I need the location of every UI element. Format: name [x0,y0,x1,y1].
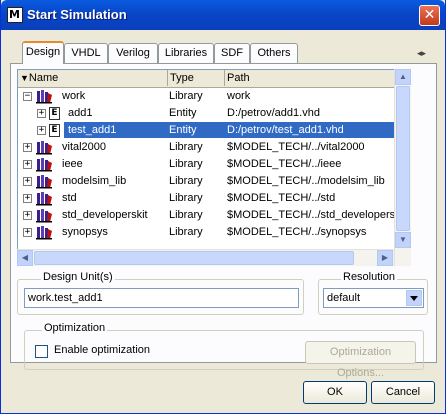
row-name: std [62,192,77,204]
vertical-scrollbar[interactable]: ▲ ▼ [394,69,411,266]
row-name: modelsim_lib [62,175,127,187]
library-icon [35,89,53,104]
row-type: Library [169,226,203,238]
library-icon [35,191,53,206]
enable-optimization-checkbox[interactable] [35,345,48,358]
resolution-value: default [327,292,361,304]
row-name: add1 [68,107,93,119]
tree-row[interactable]: + modelsim_lib Library $MODEL_TECH/../model… [18,173,410,190]
library-icon [35,140,53,155]
row-path: $MODEL_TECH/../std_developerskit [227,209,407,221]
enable-optimization-label[interactable]: Enable optimization [54,344,150,356]
expand-icon[interactable]: + [23,143,32,152]
design-unit-input[interactable]: work.test_add1 [24,288,299,308]
row-path: $MODEL_TECH/../std [227,192,336,204]
tab-others[interactable]: Others [250,43,298,63]
tree-row[interactable]: + Etest_add1 Entity D:/petrov/test_add1.vhd [18,122,410,139]
column-header-type[interactable]: Type [168,70,225,86]
row-name: vital2000 [62,141,107,153]
tab-verilog[interactable]: Verilog [108,43,158,63]
row-path: $MODEL_TECH/../synopsys [227,226,367,238]
expand-icon[interactable]: + [23,160,32,169]
tree-row[interactable]: + synopsys Library $MODEL_TECH/../synopsys [18,224,410,241]
column-header-name[interactable]: ▼Name [18,70,168,86]
scroll-down-icon[interactable]: ▼ [395,232,411,248]
expand-icon[interactable]: + [23,194,32,203]
row-type: Library [169,90,203,102]
ok-button[interactable]: OK [303,381,367,404]
tab-scroll: ◂▸ [417,48,437,61]
tree-row[interactable]: − work Library work [18,88,410,105]
row-name: ieee [62,158,83,170]
close-button[interactable]: ✕ [419,5,440,26]
library-icon [35,208,53,223]
title-bar[interactable]: M Start Simulation ✕ [1,0,445,30]
row-name: work [62,90,86,102]
row-type: Entity [169,107,197,119]
tree-row[interactable]: + Eadd1 Entity D:/petrov/add1.vhd [18,105,410,122]
cancel-button[interactable]: Cancel [371,381,435,404]
row-type: Library [169,141,203,153]
tab-scroll-right-icon[interactable]: ▸ [422,48,427,58]
chevron-down-icon[interactable] [406,290,422,306]
horizontal-scrollbar[interactable]: ◀ ▶ [17,249,394,266]
resolution-select[interactable]: default [323,288,424,308]
row-path: work [227,90,251,102]
tree-row[interactable]: + std_developerskit Library $MODEL_TECH/../… [18,207,410,224]
row-type: Entity [169,124,197,136]
row-type: Library [169,175,203,187]
library-icon [35,157,53,172]
column-header-path[interactable]: Path [225,70,410,86]
library-icon [35,174,53,189]
design-tree-list[interactable]: ▼Name Type Path − work Library work + Eadd1 En… [17,69,411,266]
expand-icon[interactable]: + [23,211,32,220]
row-type: Library [169,158,203,170]
tree-row[interactable]: + ieee Library $MODEL_TECH/../ieee [18,156,410,173]
expand-icon[interactable]: + [37,109,46,118]
row-path: D:/petrov/test_add1.vhd [227,124,344,136]
tree-row[interactable]: + vital2000 Library $MODEL_TECH/../vital200… [18,139,410,156]
tab-sdf[interactable]: SDF [214,43,250,63]
tab-vhdl[interactable]: VHDL [64,43,108,63]
horizontal-scroll-thumb[interactable] [34,251,354,265]
entity-icon: E [49,124,60,137]
optimization-label: Optimization [42,322,108,334]
optimization-options-button[interactable]: Optimization Options... [305,341,416,379]
modelsim-app-icon: M [7,7,23,23]
collapse-icon[interactable]: − [23,92,32,101]
start-simulation-dialog: M Start Simulation ✕ Design VHDL Verilog… [0,0,446,414]
tab-design[interactable]: Design [22,41,64,64]
row-name: std_developerskit [62,209,148,221]
scroll-right-icon[interactable]: ▶ [377,250,393,266]
expand-icon[interactable]: + [37,126,46,135]
tree-row[interactable]: + std Library $MODEL_TECH/../std [18,190,410,207]
row-path: $MODEL_TECH/../modelsim_lib [227,175,385,187]
expand-icon[interactable]: + [23,228,32,237]
tab-libraries[interactable]: Libraries [158,43,214,63]
expand-icon[interactable]: + [23,177,32,186]
row-type: Library [169,209,203,221]
row-type: Library [169,192,203,204]
vertical-scroll-thumb[interactable] [396,86,410,231]
row-name: synopsys [62,226,108,238]
row-path: $MODEL_TECH/../vital2000 [227,141,365,153]
list-header: ▼Name Type Path [18,70,410,88]
library-icon [35,225,53,240]
window-title: Start Simulation [27,7,127,22]
row-path: D:/petrov/add1.vhd [227,107,320,119]
entity-icon: E [49,107,60,120]
sort-down-icon: ▼ [20,73,29,83]
row-name: test_add1 [68,124,117,136]
design-unit-label: Design Unit(s) [41,271,115,283]
scroll-up-icon[interactable]: ▲ [395,69,411,85]
scroll-left-icon[interactable]: ◀ [17,250,33,266]
resolution-label: Resolution [341,271,397,283]
row-path: $MODEL_TECH/../ieee [227,158,342,170]
